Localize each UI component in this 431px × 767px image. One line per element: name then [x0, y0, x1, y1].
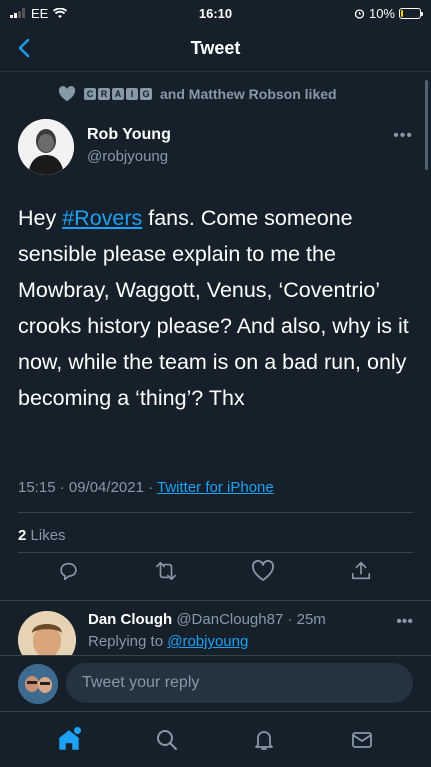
tab-search[interactable] [147, 720, 187, 760]
tweet-source-link[interactable]: Twitter for iPhone [157, 479, 274, 496]
my-avatar[interactable] [18, 664, 58, 704]
liked-context: CRAIG and Matthew Robson liked [58, 86, 337, 102]
my-photo [18, 664, 58, 704]
tweet-timestamp: 15:15 · 09/04/2021 · [18, 479, 157, 496]
craig-letter-block: R [98, 88, 110, 100]
tweet-text-rest: fans. Come someone sensible please expla… [18, 206, 409, 410]
status-right: 10% [354, 5, 423, 21]
craig-letter-block: I [126, 88, 138, 100]
reply-input[interactable] [66, 663, 413, 703]
tab-messages[interactable] [342, 720, 382, 760]
author-name[interactable]: Rob Young [87, 126, 171, 144]
tab-notifications[interactable] [244, 720, 284, 760]
reply-icon [59, 562, 77, 581]
hashtag-link[interactable]: #Rovers [62, 206, 142, 230]
tweet-text: Hey #Rovers fans. Come someone sensible … [18, 200, 413, 416]
wifi-icon [53, 7, 68, 18]
reply-photo [18, 611, 76, 655]
page-title: Tweet [190, 38, 241, 58]
notifications-icon [255, 730, 274, 750]
signal-icon [10, 8, 25, 18]
tweet-actions [18, 558, 413, 588]
share-button[interactable] [349, 558, 373, 584]
share-icon [351, 561, 371, 580]
reply-avatar[interactable] [18, 611, 76, 655]
reply-more-options-icon[interactable]: ••• [396, 613, 413, 631]
status-bar: EE 16:10 10% [0, 0, 431, 26]
notification-dot [73, 726, 81, 734]
retweet-icon [155, 561, 176, 581]
reply-tweet[interactable]: Dan Clough @DanClough87 · 25m Replying t… [0, 600, 431, 655]
liked-text: and Matthew Robson liked [160, 86, 337, 102]
tab-bar [0, 711, 431, 767]
likes-count: 2 [18, 527, 27, 544]
craig-letter-block: C [84, 88, 96, 100]
divider [18, 512, 413, 513]
reply-button[interactable] [56, 558, 80, 584]
retweet-button[interactable] [154, 558, 178, 584]
search-icon [156, 729, 177, 750]
battery-percent: 10% [368, 5, 395, 21]
like-icon [252, 560, 275, 581]
reply-name-row: Dan Clough @DanClough87 · 25m [88, 611, 326, 628]
likes-label: Likes [30, 527, 66, 544]
tweet-author: Rob Young @robjyoung ••• [18, 117, 413, 175]
heart-filled-icon [58, 86, 76, 102]
replying-to: Replying to @robjyoung [88, 633, 248, 650]
likes-count-row[interactable]: 2 Likes [18, 527, 66, 544]
tab-home[interactable] [49, 720, 89, 760]
replying-handle-link[interactable]: @robjyoung [167, 633, 248, 650]
compose-bar [0, 655, 431, 711]
craig-letter-block: G [140, 88, 152, 100]
tweet-meta: 15:15 · 09/04/2021 · Twitter for iPhone [18, 479, 274, 496]
messages-icon [352, 731, 373, 748]
back-button[interactable] [12, 36, 36, 60]
more-options-icon[interactable]: ••• [393, 127, 413, 145]
chevron-left-icon [18, 38, 30, 58]
battery-icon [399, 7, 423, 19]
status-left: EE [10, 5, 68, 21]
scrollbar[interactable] [425, 80, 428, 170]
battery-fill [401, 9, 403, 17]
reply-author-name[interactable]: Dan Clough [88, 611, 172, 628]
tweet-text-start: Hey [18, 206, 63, 230]
divider [18, 552, 413, 553]
replying-prefix: Replying to [88, 633, 168, 650]
author-handle[interactable]: @robjyoung [87, 148, 168, 165]
craig-letter-block: A [112, 88, 124, 100]
carrier-label: EE [31, 5, 49, 21]
author-photo [18, 119, 74, 175]
like-button[interactable] [251, 558, 275, 584]
reply-handle-time: @DanClough87 · 25m [176, 611, 326, 628]
craig-name-blocks[interactable]: CRAIG [84, 88, 152, 100]
nav-header: Tweet [0, 26, 431, 72]
alarm-icon [354, 8, 365, 19]
author-avatar[interactable] [18, 119, 74, 175]
